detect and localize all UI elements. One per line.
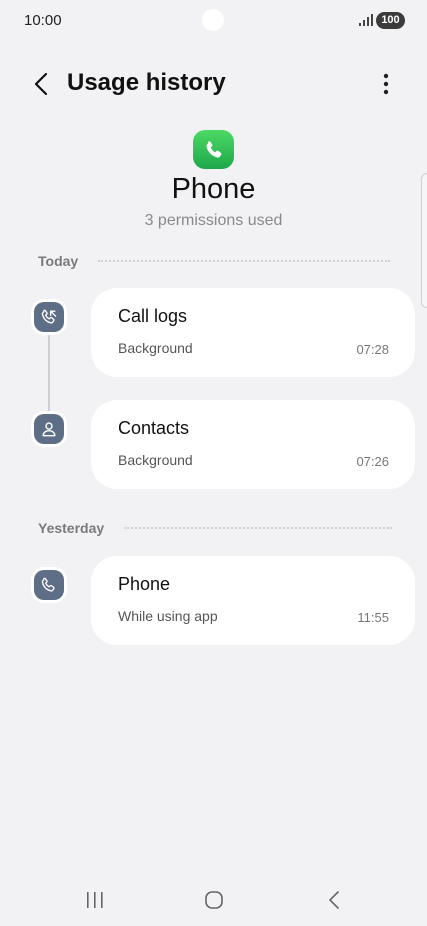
- card-title: Contacts: [118, 418, 190, 438]
- status-time: 10:00: [24, 12, 62, 29]
- section-label-today: Today: [38, 253, 79, 269]
- usage-card-phone[interactable]: Phone While using app 11:55: [91, 556, 415, 645]
- back-chevron-icon: [329, 891, 339, 909]
- card-subtitle: Background: [118, 452, 193, 468]
- call-log-icon: [34, 302, 64, 332]
- home-button[interactable]: [194, 886, 234, 914]
- scroll-handle[interactable]: [421, 173, 427, 308]
- phone-icon: [34, 570, 64, 600]
- card-time: 11:55: [357, 610, 389, 625]
- card-subtitle: Background: [118, 340, 193, 356]
- phone-app-icon: [193, 130, 234, 169]
- section-divider: [98, 260, 390, 262]
- timeline-connector: [48, 318, 50, 414]
- signal-icon: [359, 14, 373, 26]
- usage-card-call-logs[interactable]: Call logs Background 07:28: [91, 288, 415, 377]
- contact-icon: [34, 414, 64, 444]
- back-arrow-icon: [34, 72, 48, 96]
- camera-cutout: [202, 9, 224, 31]
- card-subtitle: While using app: [118, 608, 218, 624]
- card-time: 07:28: [356, 342, 389, 357]
- status-bar: 10:00 100: [0, 0, 427, 42]
- back-nav-button[interactable]: [314, 886, 354, 914]
- card-title: Phone: [118, 574, 171, 594]
- home-icon: [205, 891, 223, 909]
- phone-handset-icon: [205, 140, 221, 157]
- recents-icon: [87, 892, 103, 908]
- battery-icon: 100: [376, 12, 405, 29]
- navigation-bar: [0, 870, 427, 926]
- page-title: Usage history: [67, 69, 226, 96]
- card-title: Call logs: [118, 306, 188, 326]
- app-name: Phone: [171, 173, 256, 205]
- more-options-button[interactable]: [372, 68, 400, 100]
- usage-card-contacts[interactable]: Contacts Background 07:26: [91, 400, 415, 489]
- section-divider: [124, 527, 392, 529]
- more-vertical-icon: [383, 73, 389, 95]
- section-label-yesterday: Yesterday: [38, 520, 105, 536]
- recent-apps-button[interactable]: [75, 886, 115, 914]
- card-time: 07:26: [356, 454, 389, 469]
- back-button[interactable]: [26, 68, 56, 100]
- permissions-used-count: 3 permissions used: [144, 212, 283, 229]
